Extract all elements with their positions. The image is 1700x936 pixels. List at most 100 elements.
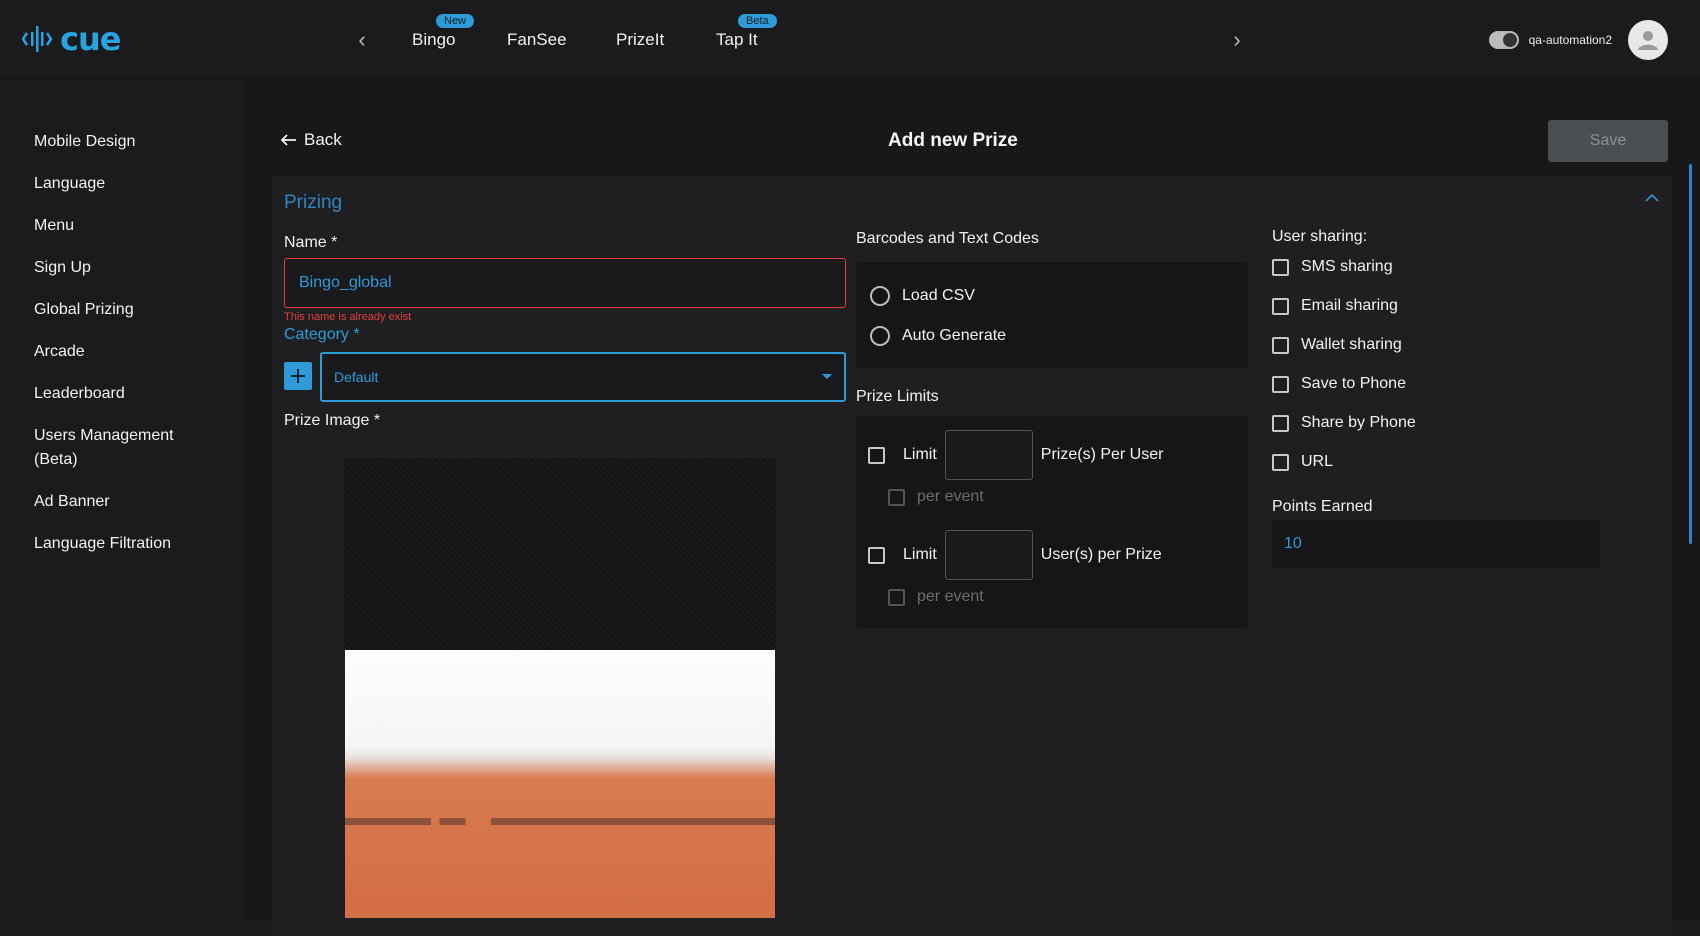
photo-detail [345,818,775,825]
main-content: Back Add new Prize Save Prizing Name * B… [244,80,1700,936]
sidebar-item-users-management[interactable]: Users Management (Beta) [34,424,194,472]
limit-per-prize-checkbox[interactable] [868,546,885,564]
sms-sharing-option[interactable]: SMS sharing [1272,258,1393,276]
email-sharing-option[interactable]: Email sharing [1272,297,1398,315]
radio-label: Auto Generate [902,327,1007,344]
share-by-phone-option[interactable]: Share by Phone [1272,414,1416,432]
image-backdrop [344,458,776,650]
wallet-sharing-option[interactable]: Wallet sharing [1272,336,1402,354]
name-field[interactable]: Bingo_global [284,258,846,308]
prize-photo [345,650,775,918]
tab-bingo[interactable]: New Bingo [412,14,475,50]
points-value: 10 [1284,535,1302,552]
tab-fansee[interactable]: FanSee [507,30,567,50]
sidebar-item-ad-banner[interactable]: Ad Banner [34,490,110,514]
limit-suffix: User(s) per Prize [1040,546,1162,563]
new-badge: New [436,14,475,28]
prize-image-label-text: Prize Image [284,412,370,429]
checkbox [1272,375,1289,393]
section-title: Prizing [284,192,343,213]
brand-logo[interactable]: cue [22,20,121,58]
limit-suffix: Prize(s) Per User [1040,446,1164,463]
per-event-checkbox[interactable] [888,588,905,606]
add-category-button[interactable] [284,362,312,390]
limit-label: Limit [903,546,937,563]
radio-load-csv[interactable]: Load CSV [870,286,975,306]
limit-per-user-checkbox[interactable] [868,446,885,464]
caret-down-icon [822,374,832,379]
sidebar-item-menu[interactable]: Menu [34,214,74,238]
option-label: SMS sharing [1301,258,1393,275]
sidebar-item-language[interactable]: Language [34,172,105,196]
codes-options: Load CSV Auto Generate [856,262,1248,368]
scrollbar[interactable] [1689,164,1692,544]
limit-label: Limit [903,446,937,463]
required-mark: * [353,326,360,343]
points-earned-label: Points Earned [1272,498,1373,515]
required-mark: * [373,412,381,429]
logo-waveform-icon [22,26,53,52]
per-event-checkbox[interactable] [888,488,905,506]
prizing-panel: Prizing Name * Bingo_global This name is… [272,176,1672,936]
save-to-phone-option[interactable]: Save to Phone [1272,375,1406,393]
tab-tap-it[interactable]: Beta Tap It [716,14,777,50]
save-button[interactable]: Save [1548,120,1668,162]
checkbox [1272,297,1289,315]
back-label: Back [304,130,342,149]
prize-image-label: Prize Image * [284,412,380,430]
checkbox [1272,453,1289,471]
name-value: Bingo_global [299,274,392,291]
tab-prizeit[interactable]: PrizeIt [616,30,664,50]
radio-icon [870,286,890,306]
option-label: Email sharing [1301,297,1398,314]
user-sharing-label: User sharing: [1272,228,1368,245]
chevron-left-icon[interactable]: ‹ [350,27,374,52]
option-label: URL [1301,453,1334,470]
category-select[interactable]: Default [320,352,846,402]
category-value: Default [334,369,379,385]
category-label: Category * [284,326,360,344]
radio-label: Load CSV [902,287,975,304]
sidebar-item-leaderboard[interactable]: Leaderboard [34,382,125,406]
url-option[interactable]: URL [1272,453,1333,471]
sidebar-item-language-filtration[interactable]: Language Filtration [34,532,171,556]
radio-icon [870,326,890,346]
tab-label: Tap It [716,30,758,49]
top-bar: cue ‹ New Bingo FanSee PrizeIt Beta Tap … [0,0,1700,79]
beta-badge: Beta [738,14,777,28]
prizes-per-user-input[interactable] [944,430,1033,480]
sidebar-item-sign-up[interactable]: Sign Up [34,256,91,280]
option-label: Share by Phone [1301,414,1416,431]
checkbox [1272,336,1289,354]
per-event-row: per event [888,588,984,606]
name-label: Name * [284,234,337,252]
per-event-label: per event [917,488,984,505]
required-mark: * [331,234,338,251]
arrow-left-icon [280,134,296,146]
sidebar-item-arcade[interactable]: Arcade [34,340,85,364]
category-label-text: Category [284,326,349,343]
username: qa-automation2 [1528,33,1612,47]
theme-toggle[interactable] [1488,31,1519,49]
option-label: Wallet sharing [1301,336,1402,353]
points-earned-input[interactable]: 10 [1272,520,1600,568]
per-event-label: per event [917,588,984,605]
sidebar-item-mobile-design[interactable]: Mobile Design [34,130,135,154]
tab-label: FanSee [507,30,567,49]
checkbox [1272,414,1289,432]
name-label-text: Name [284,234,327,251]
prize-limits-label: Prize Limits [856,388,939,405]
name-error: This name is already exist [284,311,412,323]
sidebar-item-global-prizing[interactable]: Global Prizing [34,298,134,322]
back-button[interactable]: Back [280,130,342,150]
limit-per-user-row: Limit Prize(s) Per User [868,430,1163,480]
prize-image-preview[interactable] [344,458,776,918]
users-per-prize-input[interactable] [944,530,1033,580]
chevron-up-icon[interactable] [1644,190,1660,208]
avatar[interactable] [1628,20,1668,60]
option-label: Save to Phone [1301,375,1406,392]
radio-auto-generate[interactable]: Auto Generate [870,326,1006,346]
sidebar: Mobile Design Language Menu Sign Up Glob… [0,80,244,920]
checkbox [1272,258,1289,276]
chevron-right-icon[interactable]: › [1225,27,1249,52]
